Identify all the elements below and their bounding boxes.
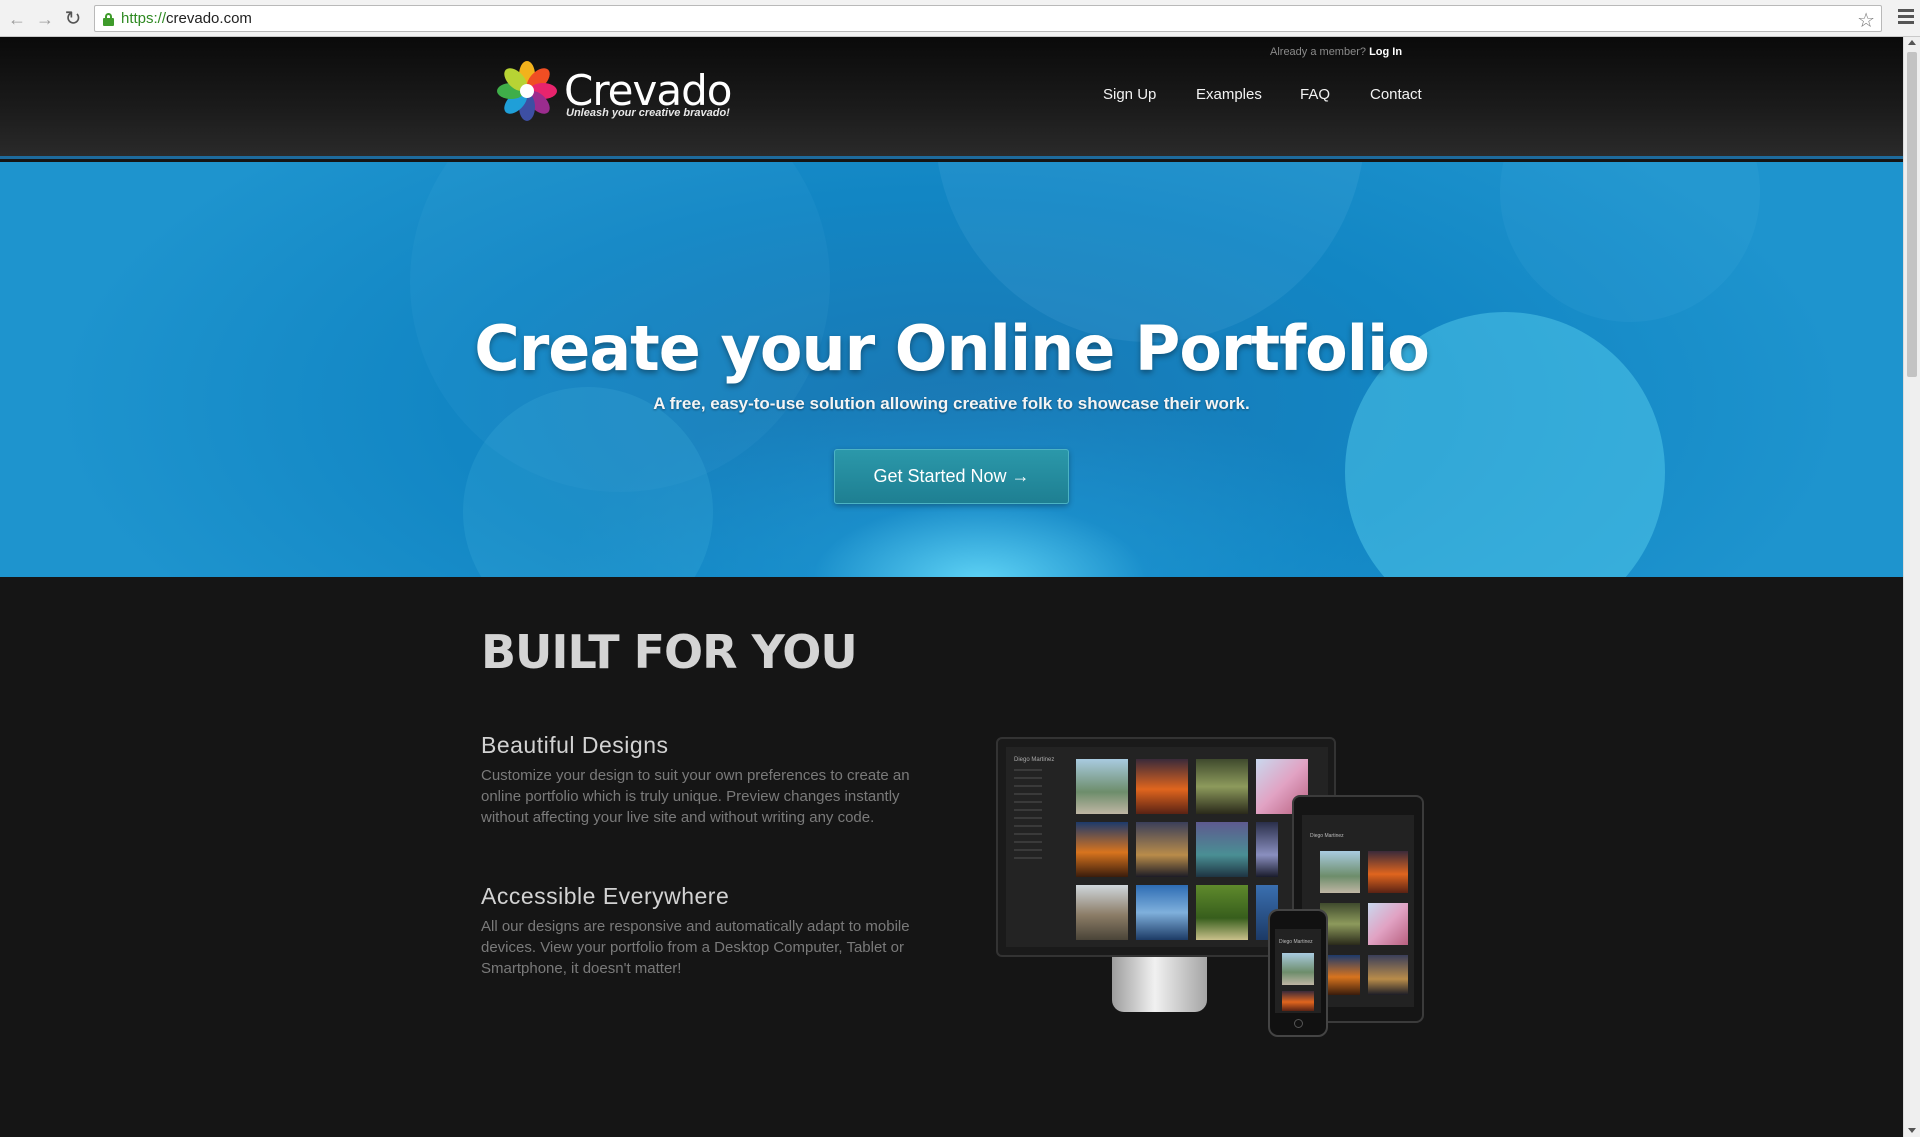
photo-thumbnail xyxy=(1136,885,1188,940)
logo-tagline: Unleash your creative bravado! xyxy=(566,107,730,119)
nav-sign-up[interactable]: Sign Up xyxy=(1103,86,1156,103)
photo-thumbnail xyxy=(1196,759,1248,814)
photo-thumbnail xyxy=(1282,991,1314,1011)
browser-toolbar: ← → ↻ https://crevado.com ☆ xyxy=(0,0,1920,37)
photo-thumbnail xyxy=(1282,953,1314,985)
page-viewport: Crevado Unleash your creative bravado! A… xyxy=(0,37,1903,1137)
smartphone-device: Diego Martinez xyxy=(1268,909,1328,1037)
crevado-logo[interactable]: Crevado Unleash your creative bravado! xyxy=(496,60,732,128)
login-link[interactable]: Log In xyxy=(1369,46,1402,58)
hero-subtitle: A free, easy-to-use solution allowing cr… xyxy=(653,394,1250,413)
photo-thumbnail xyxy=(1320,851,1360,893)
scroll-down-arrow-icon[interactable] xyxy=(1908,1128,1916,1133)
section-heading: BUILT FOR YOU xyxy=(481,625,858,679)
portfolio-sidebar: Diego Martinez xyxy=(1014,757,1064,859)
photo-thumbnail xyxy=(1368,851,1408,893)
nav-examples[interactable]: Examples xyxy=(1196,86,1262,103)
nav-contact[interactable]: Contact xyxy=(1370,86,1422,103)
lock-icon xyxy=(103,13,114,26)
photo-thumbnail xyxy=(1368,903,1408,945)
devices-illustration: Diego Martinez Diego Martinez Diego Mart… xyxy=(990,737,1430,1077)
bokeh-circle xyxy=(1500,162,1760,322)
photo-thumbnail xyxy=(1076,822,1128,877)
photo-thumbnail xyxy=(1256,822,1278,877)
photo-thumbnail xyxy=(1136,822,1188,877)
hero-banner: Create your Online Portfolio A free, eas… xyxy=(0,162,1903,577)
photo-thumbnail xyxy=(1076,885,1128,940)
tablet-portfolio-name: Diego Martinez xyxy=(1310,833,1344,839)
get-started-button[interactable]: Get Started Now → xyxy=(834,449,1069,504)
flower-logo-icon xyxy=(497,61,557,121)
phone-screen: Diego Martinez xyxy=(1275,929,1321,1013)
hero-title: Create your Online Portfolio xyxy=(474,312,1430,385)
url-text[interactable]: https://crevado.com xyxy=(121,10,252,27)
browser-menu-icon[interactable] xyxy=(1898,9,1914,25)
site-header: Crevado Unleash your creative bravado! A… xyxy=(0,37,1903,159)
scroll-up-arrow-icon[interactable] xyxy=(1908,40,1916,45)
feature-text: Customize your design to suit your own p… xyxy=(481,767,910,826)
feature-title: Accessible Everywhere xyxy=(481,883,730,909)
photo-thumbnail xyxy=(1136,759,1188,814)
forward-arrow-icon[interactable]: → xyxy=(34,8,56,30)
bookmark-star-icon[interactable]: ☆ xyxy=(1857,8,1875,33)
photo-thumbnail xyxy=(1368,955,1408,995)
photo-thumbnail xyxy=(1076,759,1128,814)
member-prompt: Already a member? xyxy=(1270,46,1366,58)
nav-faq[interactable]: FAQ xyxy=(1300,86,1330,103)
url-host: crevado.com xyxy=(166,10,252,27)
photo-thumbnail xyxy=(1196,885,1248,940)
monitor-stand xyxy=(1112,957,1207,1012)
portfolio-owner-name: Diego Martinez xyxy=(1014,757,1055,763)
feature-text: All our designs are responsive and autom… xyxy=(481,918,910,977)
photo-thumbnail xyxy=(1196,822,1248,877)
phone-home-button xyxy=(1294,1019,1303,1028)
reload-icon[interactable]: ↻ xyxy=(62,8,84,30)
feature-title: Beautiful Designs xyxy=(481,732,669,758)
member-login-line: Already a member? Log In xyxy=(1270,46,1402,58)
scrollbar-thumb[interactable] xyxy=(1907,52,1917,377)
url-scheme: https:// xyxy=(121,10,167,27)
back-arrow-icon[interactable]: ← xyxy=(6,8,28,30)
address-bar[interactable]: https://crevado.com ☆ xyxy=(94,5,1882,32)
page-scrollbar[interactable] xyxy=(1903,37,1920,1137)
phone-portfolio-name: Diego Martinez xyxy=(1279,939,1313,945)
